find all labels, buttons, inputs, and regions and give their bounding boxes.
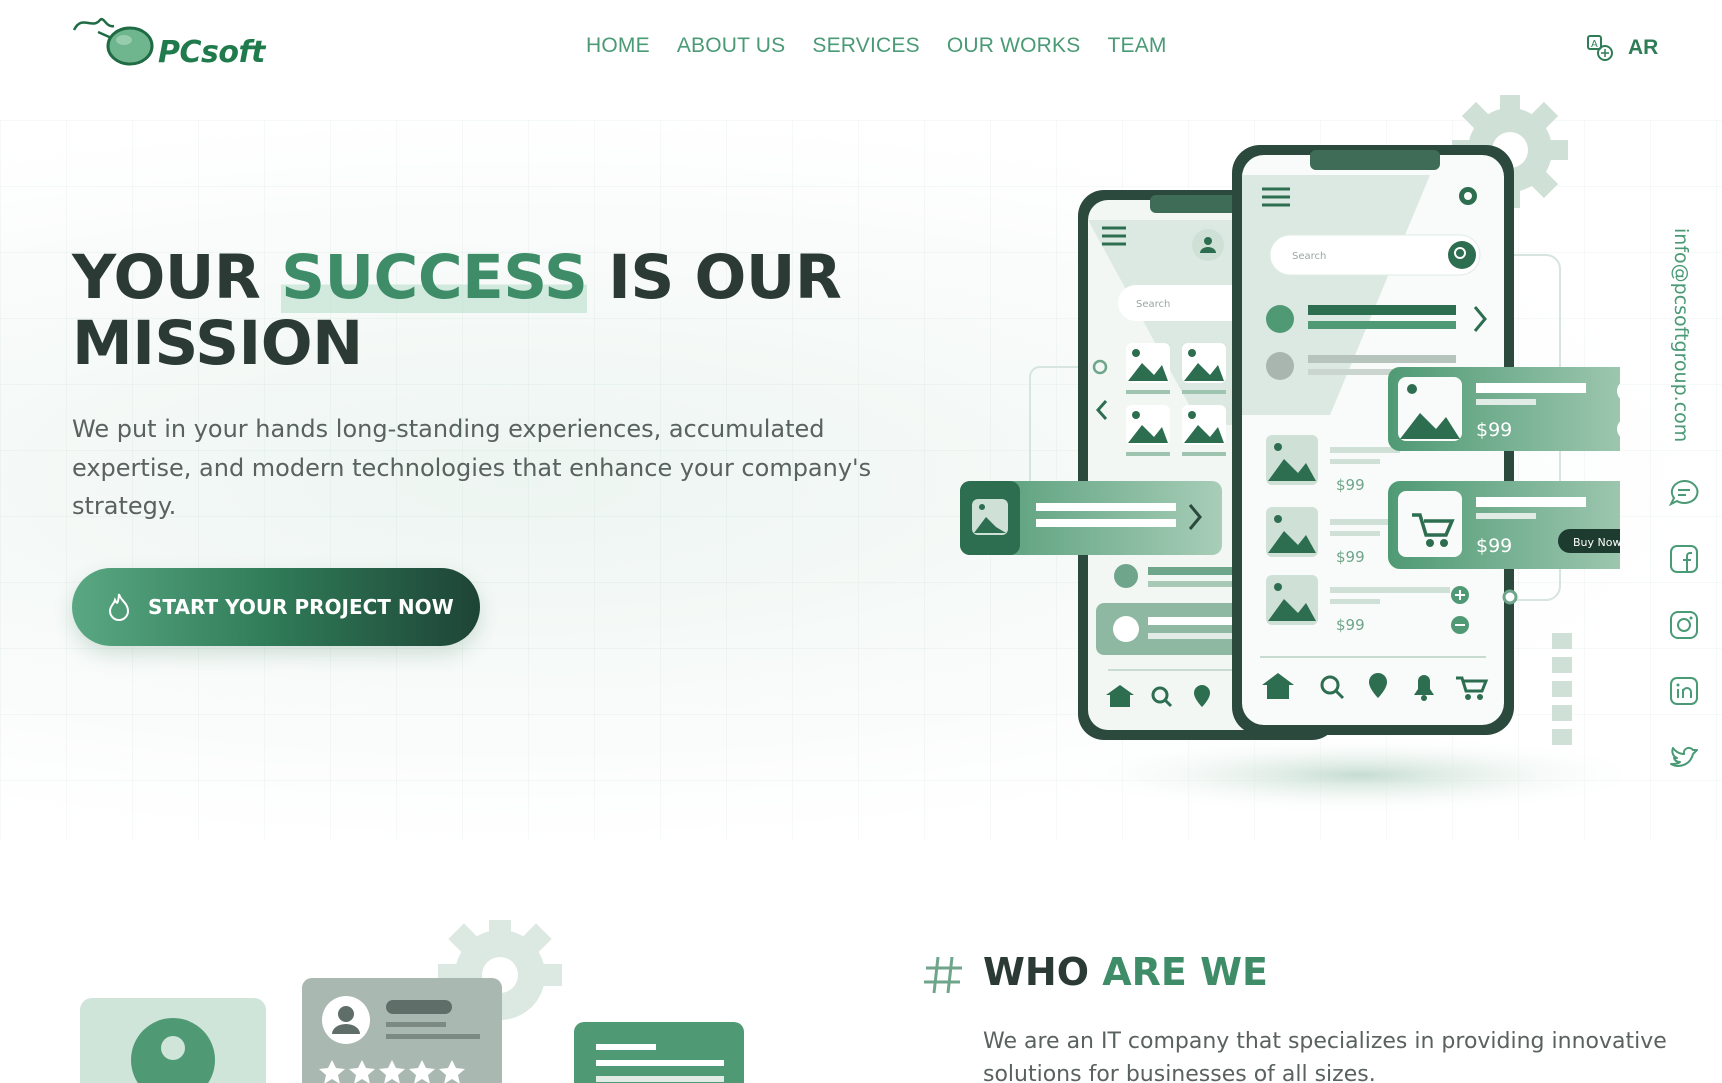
instagram-icon[interactable] [1668, 610, 1700, 640]
start-project-button[interactable]: START YOUR PROJECT NOW [72, 568, 480, 646]
twitter-icon[interactable] [1668, 742, 1700, 772]
item1-price: $99 [1336, 476, 1365, 494]
hash-icon [924, 956, 962, 994]
language-switcher[interactable]: A AR [1586, 34, 1658, 62]
hero-illustration: Search Search $99 $99 $99 $99 $99 Buy No… [960, 95, 1620, 815]
site-header: PCsoft HOME ABOUT US SERVICES OUR WORKS … [0, 0, 1722, 100]
nav-services[interactable]: SERVICES [812, 34, 919, 58]
logo[interactable]: PCsoft [70, 10, 300, 75]
item3-price: $99 [1336, 616, 1365, 634]
left-phone-search-text: Search [1136, 299, 1170, 310]
translate-icon: A [1587, 35, 1613, 61]
contact-email[interactable]: info@pcsoftgroup.com [1670, 228, 1692, 442]
start-project-label: START YOUR PROJECT NOW [148, 595, 454, 619]
social-links [1668, 478, 1700, 772]
logo-mark-icon [72, 17, 154, 66]
hero-title-part1: YOUR [72, 242, 282, 313]
chat-icon[interactable] [1668, 478, 1700, 508]
who-title-accent: ARE WE [1102, 950, 1268, 994]
logo-text: PCsoft [158, 35, 265, 70]
linkedin-icon[interactable] [1668, 676, 1700, 706]
who-are-we-title: WHO ARE WE [983, 950, 1268, 994]
nav-about-us[interactable]: ABOUT US [677, 34, 786, 58]
buy-now-label: Buy Now [1573, 536, 1620, 549]
hero-description: We put in your hands long-standing exper… [72, 415, 872, 520]
facebook-icon[interactable] [1668, 544, 1700, 574]
who-are-we-description: We are an IT company that specializes in… [983, 1029, 1667, 1083]
nav-team[interactable]: TEAM [1107, 34, 1166, 58]
about-illustration [80, 920, 744, 1083]
svg-text:A: A [1591, 39, 1598, 50]
who-title-part1: WHO [983, 950, 1103, 994]
hero-title-highlight: SUCCESS [281, 242, 588, 313]
hero-title: YOUR SUCCESS IS OUR MISSION [72, 242, 872, 377]
language-label: AR [1628, 36, 1659, 59]
right-phone-search-text: Search [1292, 251, 1326, 262]
nav-home[interactable]: HOME [586, 34, 650, 58]
flame-icon [108, 593, 130, 621]
nav-our-works[interactable]: OUR WORKS [947, 34, 1081, 58]
item2-price: $99 [1336, 548, 1365, 566]
card2-price: $99 [1476, 535, 1512, 557]
card1-price: $99 [1476, 419, 1512, 441]
main-nav: HOME ABOUT US SERVICES OUR WORKS TEAM [586, 34, 1167, 58]
